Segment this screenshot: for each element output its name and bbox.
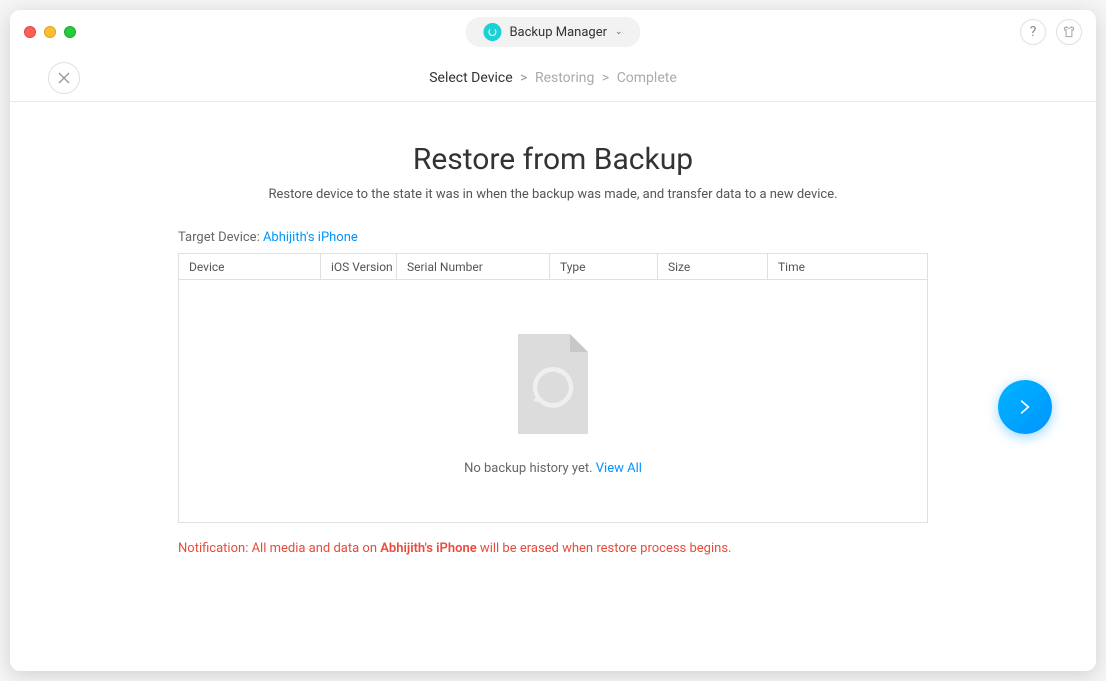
table-header: Device iOS Version Serial Number Type Si… xyxy=(179,254,927,280)
table-header-time[interactable]: Time xyxy=(768,254,927,279)
table-header-device[interactable]: Device xyxy=(179,254,321,279)
app-mode-dropdown[interactable]: Backup Manager ⌄ xyxy=(465,17,640,47)
chevron-down-icon: ⌄ xyxy=(615,27,623,37)
notification-suffix: will be erased when restore process begi… xyxy=(477,541,732,556)
next-button[interactable] xyxy=(998,380,1052,434)
shirt-icon xyxy=(1062,25,1076,39)
view-all-link[interactable]: View All xyxy=(596,461,642,476)
window-controls xyxy=(24,26,76,38)
table-header-size[interactable]: Size xyxy=(658,254,768,279)
notification: Notification: All media and data on Abhi… xyxy=(178,541,928,556)
content-block: Target Device: Abhijith's iPhone Device … xyxy=(178,230,928,556)
page-subtitle: Restore device to the state it was in wh… xyxy=(70,187,1036,202)
minimize-window-button[interactable] xyxy=(44,26,56,38)
notification-prefix: Notification: All media and data on xyxy=(178,541,380,556)
table-header-serial[interactable]: Serial Number xyxy=(397,254,550,279)
close-window-button[interactable] xyxy=(24,26,36,38)
theme-button[interactable] xyxy=(1056,19,1082,45)
backup-table: Device iOS Version Serial Number Type Si… xyxy=(178,253,928,523)
breadcrumb-sep: > xyxy=(520,70,527,86)
breadcrumb-step-complete: Complete xyxy=(617,70,677,86)
app-window: Backup Manager ⌄ ? Select Device > Resto… xyxy=(10,10,1096,671)
help-icon: ? xyxy=(1030,24,1037,40)
help-button[interactable]: ? xyxy=(1020,19,1046,45)
page-title: Restore from Backup xyxy=(70,142,1036,177)
target-device-row: Target Device: Abhijith's iPhone xyxy=(178,230,928,245)
target-device-name: Abhijith's iPhone xyxy=(263,230,358,245)
close-icon xyxy=(58,72,70,84)
app-mode-label: Backup Manager xyxy=(509,25,607,40)
breadcrumb-step-select-device: Select Device xyxy=(429,70,512,86)
no-backup-label: No backup history yet. xyxy=(464,461,596,476)
empty-file-icon xyxy=(508,329,598,439)
empty-text: No backup history yet. View All xyxy=(464,461,642,476)
fullscreen-window-button[interactable] xyxy=(64,26,76,38)
subbar: Select Device > Restoring > Complete xyxy=(10,54,1096,102)
table-header-type[interactable]: Type xyxy=(550,254,658,279)
breadcrumb: Select Device > Restoring > Complete xyxy=(429,70,677,86)
breadcrumb-step-restoring: Restoring xyxy=(535,70,594,86)
table-header-ios[interactable]: iOS Version xyxy=(321,254,397,279)
titlebar: Backup Manager ⌄ ? xyxy=(10,10,1096,54)
topbar-right: ? xyxy=(1020,19,1082,45)
arrow-right-icon xyxy=(1015,397,1035,417)
breadcrumb-sep: > xyxy=(602,70,609,86)
notification-device: Abhijith's iPhone xyxy=(380,541,476,556)
main-content: Restore from Backup Restore device to th… xyxy=(10,102,1096,556)
back-button[interactable] xyxy=(48,62,80,94)
table-empty-state: No backup history yet. View All xyxy=(179,282,927,522)
backup-manager-icon xyxy=(483,23,501,41)
target-device-label: Target Device: xyxy=(178,230,263,245)
